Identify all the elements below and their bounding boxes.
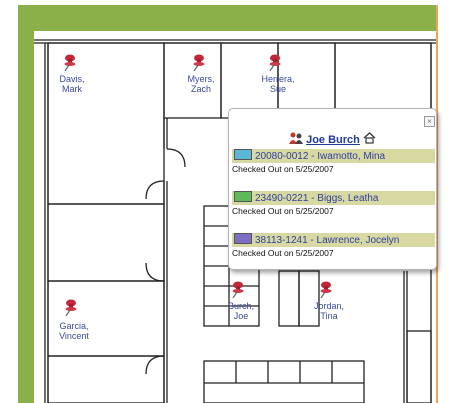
person-label-line2: Mark xyxy=(62,84,82,94)
file-entry-status: Checked Out on 5/25/2007 xyxy=(232,248,334,258)
close-icon[interactable]: × xyxy=(424,116,435,127)
person-popup: × Joe Burch 20080-0012 - Iwamotto, Mina xyxy=(228,108,438,291)
pushpin-icon xyxy=(64,54,76,71)
person-label-line2: Sue xyxy=(269,84,286,94)
person-label-line1: Burch, xyxy=(227,301,254,311)
person-label-line1: Myers, xyxy=(187,74,215,84)
pushpin-icon xyxy=(193,54,205,71)
file-entry[interactable]: 20080-0012 - Iwamotto, Mina Checked Out … xyxy=(232,149,435,175)
file-entry-status: Checked Out on 5/25/2007 xyxy=(232,206,334,216)
popup-header: Joe Burch xyxy=(229,132,436,146)
frame-left-border xyxy=(18,5,34,403)
pushpin-icon xyxy=(269,54,281,71)
person-label-line1: Jordan, xyxy=(313,301,345,311)
file-entry[interactable]: 38113-1241 - Lawrence, Jocelyn Checked O… xyxy=(232,233,435,259)
file-entry[interactable]: 23490-0221 - Biggs, Leatha Checked Out o… xyxy=(232,191,435,217)
person-name-link[interactable]: Joe Burch xyxy=(306,134,360,146)
frame-top-border xyxy=(18,5,436,31)
file-entry-status: Checked Out on 5/25/2007 xyxy=(232,164,334,174)
file-entry-title[interactable]: 20080-0012 - Iwamotto, Mina xyxy=(255,151,385,162)
person-label-line2: Joe xyxy=(233,311,249,321)
pushpin-icon xyxy=(320,281,332,298)
home-icon[interactable] xyxy=(363,132,376,144)
person-label-line1: Garcia, xyxy=(59,321,89,331)
person-label-line2: Vincent xyxy=(59,331,89,341)
pushpin-icon xyxy=(65,299,77,316)
people-icon xyxy=(289,132,304,144)
folder-icon xyxy=(234,191,252,202)
person-label-line1: Davis, xyxy=(59,74,85,84)
pushpin-icon xyxy=(232,281,244,298)
file-entry-title[interactable]: 38113-1241 - Lawrence, Jocelyn xyxy=(255,235,399,246)
person-label-line1: Herrera, xyxy=(261,74,295,84)
person-label-line2: Tina xyxy=(320,311,338,321)
file-entry-title[interactable]: 23490-0221 - Biggs, Leatha xyxy=(255,193,378,204)
folder-arrow-icon xyxy=(234,233,252,244)
popup-body: × Joe Burch 20080-0012 - Iwamotto, Mina xyxy=(228,108,437,270)
folder-arrow-icon xyxy=(234,149,252,160)
person-label-line2: Zach xyxy=(190,84,211,94)
